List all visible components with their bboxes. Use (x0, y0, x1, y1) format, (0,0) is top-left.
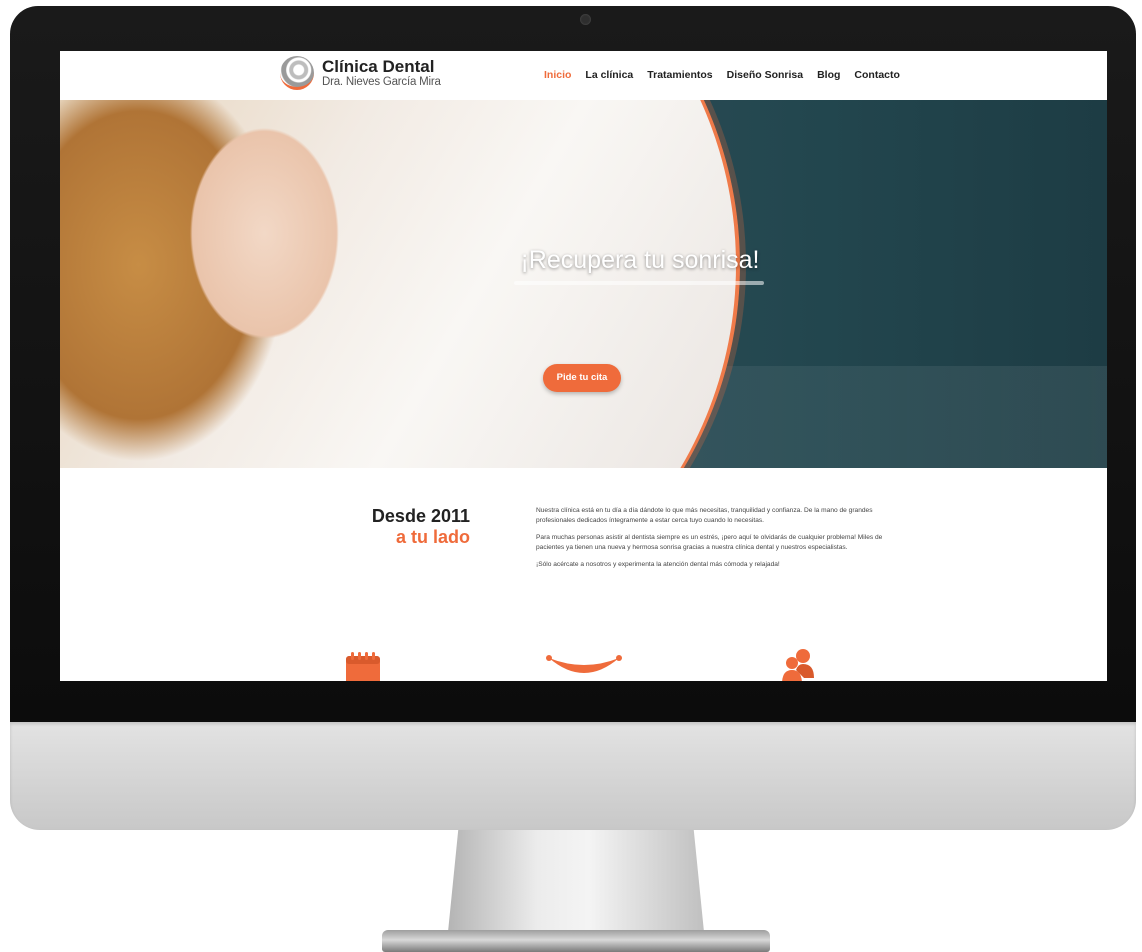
logo-title: Clínica Dental (322, 56, 435, 76)
intro-heading-line1: Desde 2011 (371, 506, 470, 526)
site-header: Clínica Dental Dra. Nieves García Mira I… (60, 51, 1107, 100)
intro-heading: Desde 2011 a tu lado (290, 506, 470, 547)
screen: Clínica Dental Dra. Nieves García Mira I… (60, 51, 1107, 681)
hero-banner: ¡Recupera tu sonrisa! Pide tu cita (60, 100, 1107, 468)
hero-subtitle-blur (514, 281, 764, 285)
logo-subtitle: Dra. Nieves García Mira (322, 75, 441, 88)
nav-link-blog[interactable]: Blog (817, 69, 840, 81)
hero-content: ¡Recupera tu sonrisa! (440, 246, 840, 285)
smile-icon (546, 655, 622, 673)
book-appointment-button[interactable]: Pide tu cita (543, 364, 621, 392)
logo-text: Clínica Dental Dra. Nieves García Mira (322, 58, 441, 89)
logo-swirl-icon (280, 56, 314, 90)
main-nav: Inicio La clínica Tratamientos Diseño So… (544, 69, 900, 81)
site-logo[interactable]: Clínica Dental Dra. Nieves García Mira (280, 56, 441, 90)
monitor-stand (448, 830, 704, 932)
intro-body: Nuestra clínica está en tu día a día dán… (536, 506, 896, 576)
nav-link-tratamientos[interactable]: Tratamientos (647, 69, 712, 81)
intro-paragraph: Para muchas personas asistir al dentista… (536, 533, 883, 552)
nav-link-diseno-sonrisa[interactable]: Diseño Sonrisa (727, 69, 803, 81)
monitor-chin (10, 722, 1136, 830)
intro-heading-line2: a tu lado (395, 526, 470, 547)
nav-link-la-clinica[interactable]: La clínica (585, 69, 633, 81)
calendar-icon (346, 652, 380, 681)
people-icon (782, 649, 814, 681)
nav-link-inicio[interactable]: Inicio (544, 69, 571, 81)
monitor-stand-base (382, 930, 770, 952)
intro-paragraph: Nuestra clínica está en tu día a día dán… (536, 507, 873, 525)
camera-icon (580, 14, 591, 25)
intro-paragraph: ¡Sólo acércate a nosotros y experimenta … (536, 560, 780, 568)
hero-title: ¡Recupera tu sonrisa! (520, 246, 760, 274)
nav-link-contacto[interactable]: Contacto (854, 69, 900, 81)
